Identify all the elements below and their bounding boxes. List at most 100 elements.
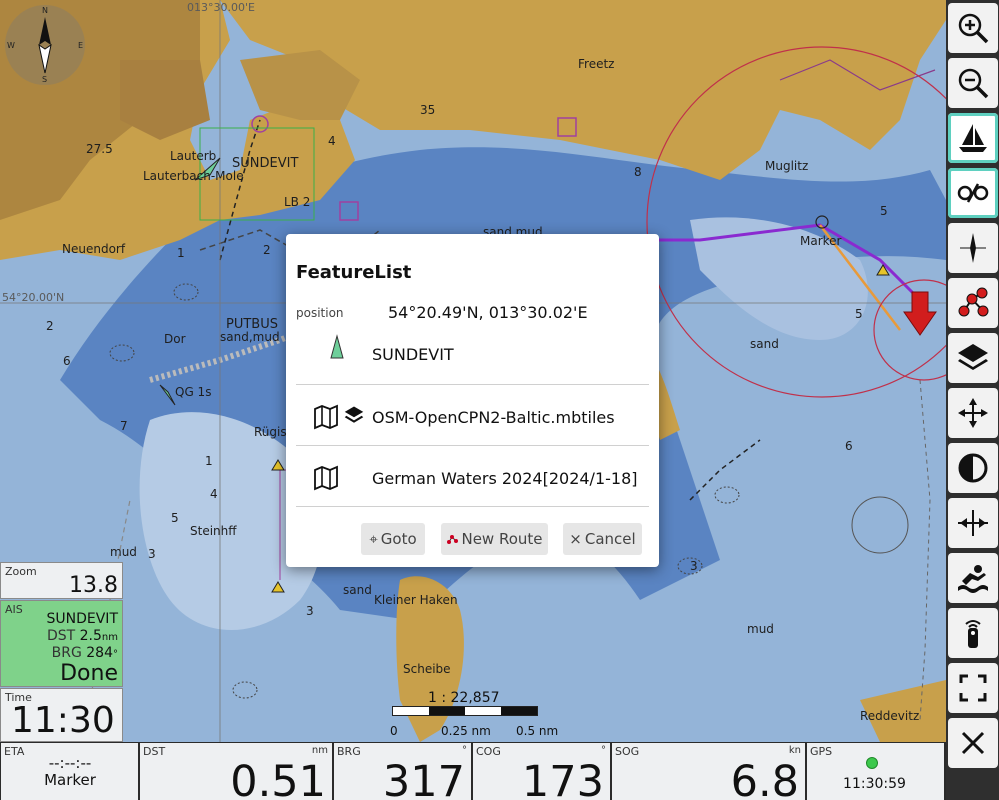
zoom-out-icon: [958, 68, 989, 99]
depth-label: 4: [210, 487, 218, 501]
brg-unit: °: [462, 745, 467, 756]
zoom-value: 13.8: [69, 573, 118, 598]
depth-label: 5: [171, 511, 179, 525]
ais-brg-label: BRG: [51, 645, 82, 661]
place-label: Marker: [800, 234, 842, 248]
goto-icon: ⌖: [369, 530, 378, 548]
feature-list-dialog: FeatureList position 54°20.49'N, 013°30.…: [286, 234, 659, 567]
layers-button[interactable]: [948, 333, 998, 383]
ais-target-name: SUNDEVIT: [46, 611, 119, 627]
goto-button[interactable]: ⌖ Goto: [361, 523, 425, 555]
depth-label: 7: [120, 419, 128, 433]
feature-row-label: German Waters 2024[2024/1-18]: [372, 469, 638, 488]
place-label: Lauterbach-Mole: [143, 169, 244, 183]
close-icon: [961, 731, 985, 755]
center-button[interactable]: [948, 388, 998, 438]
brg-value: 317: [382, 757, 465, 800]
dialog-divider: [296, 506, 649, 507]
depth-label: 6: [845, 439, 853, 453]
route-icon: [447, 535, 459, 544]
feature-row-chart-german[interactable]: German Waters 2024[2024/1-18]: [296, 445, 649, 505]
route-icon: [958, 287, 989, 317]
right-toolbar: [946, 0, 999, 800]
brg-label: BRG: [337, 745, 361, 758]
depth-label: 27.5: [86, 142, 113, 156]
sog-unit: kn: [788, 745, 801, 756]
dialog-title: FeatureList: [296, 262, 412, 283]
mob-button[interactable]: [948, 553, 998, 603]
dst-label: DST: [143, 745, 166, 758]
close-button[interactable]: [948, 718, 998, 768]
remote-icon: [965, 620, 981, 648]
feature-row-chart-osm[interactable]: OSM-OpenCPN2-Baltic.mbtiles: [296, 384, 649, 444]
depth-label: 35: [420, 103, 436, 117]
place-label: Steinhff: [190, 524, 237, 538]
route-button[interactable]: [948, 278, 998, 328]
feature-row-label: OSM-OpenCPN2-Baltic.mbtiles: [372, 408, 615, 427]
place-label: mud: [110, 545, 137, 559]
ais-brg: BRG 284°: [52, 645, 118, 661]
compass-needle-icon: [38, 17, 52, 74]
scale-tick: 0.5 nm: [516, 724, 559, 738]
scale-bar-graphic: [392, 706, 538, 716]
ais-dst-label: DST: [46, 628, 76, 644]
new-route-button[interactable]: New Route: [441, 523, 548, 555]
depth-label: 1: [177, 246, 185, 260]
brg-widget[interactable]: BRG ° 317: [334, 743, 471, 800]
fullscreen-button[interactable]: [948, 663, 998, 713]
depth-label: 5: [855, 307, 863, 321]
sog-label: SOG: [615, 745, 640, 758]
gps-label: GPS: [810, 745, 833, 758]
zoom-in-icon: [958, 13, 989, 44]
cancel-button[interactable]: × Cancel: [563, 523, 642, 555]
eta-widget[interactable]: ETA --:--:-- Marker: [1, 743, 138, 800]
north-up-button[interactable]: [948, 223, 998, 273]
zoom-in-button[interactable]: [948, 3, 998, 53]
ais-brg-unit: °: [113, 649, 118, 660]
sog-widget[interactable]: SOG kn 6.8: [612, 743, 805, 800]
grid-latitude-label: 54°20.00'N: [2, 291, 65, 304]
dst-value: 0.51: [230, 757, 326, 800]
cog-label: COG: [476, 745, 501, 758]
depth-label: 4: [328, 134, 336, 148]
boat-center-button[interactable]: [948, 113, 998, 163]
time-widget[interactable]: Time 11:30: [0, 688, 123, 742]
depth-label: 6: [63, 354, 71, 368]
compass-rose[interactable]: N S E W: [5, 5, 85, 85]
bottom-bar: ETA --:--:-- Marker DST nm 0.51 BRG ° 31…: [0, 742, 946, 800]
close-icon: ×: [569, 530, 582, 548]
place-label: Scheibe: [403, 662, 451, 676]
depth-label: 2: [46, 319, 54, 333]
place-label: Reddevitz: [860, 709, 920, 723]
place-label: Muglitz: [765, 159, 809, 173]
ais-toggle-button[interactable]: [948, 168, 998, 218]
anchor-watch-button[interactable]: [948, 498, 998, 548]
ais-dst-value: 2.5: [79, 628, 102, 644]
time-value: 11:30: [11, 700, 115, 741]
cog-widget[interactable]: COG ° 173: [473, 743, 610, 800]
depth-label: 3: [306, 604, 314, 618]
dst-widget[interactable]: DST nm 0.51: [140, 743, 332, 800]
eta-target: Marker: [44, 771, 96, 789]
anchor-icon: [958, 510, 988, 536]
zoom-label: Zoom: [5, 565, 37, 578]
remote-button[interactable]: [948, 608, 998, 658]
gps-widget[interactable]: GPS 11:30:59: [807, 743, 944, 800]
sog-value: 6.8: [730, 757, 799, 800]
dst-unit: nm: [311, 745, 328, 756]
ais-widget[interactable]: AIS SUNDEVIT DST 2.5nm BRG 284° Done: [0, 600, 123, 687]
scale-bar: 1 : 22,857 0 0.25 nm 0.5 nm: [390, 690, 562, 738]
place-label: Neuendorf: [62, 242, 126, 256]
layers-icon: [958, 344, 988, 370]
zoom-out-button[interactable]: [948, 58, 998, 108]
grid-longitude-label: 013°30.00'E: [187, 1, 255, 14]
cog-unit: °: [601, 745, 606, 756]
depth-label: 2: [263, 243, 271, 257]
position-label: position: [296, 306, 344, 320]
sailboat-icon: [959, 124, 987, 152]
place-label: LB 2: [284, 195, 311, 209]
depth-label: 3: [690, 559, 698, 573]
night-mode-button[interactable]: [948, 443, 998, 493]
position-value: 54°20.49'N, 013°30.02'E: [388, 303, 588, 322]
zoom-widget[interactable]: Zoom 13.8: [0, 562, 123, 599]
